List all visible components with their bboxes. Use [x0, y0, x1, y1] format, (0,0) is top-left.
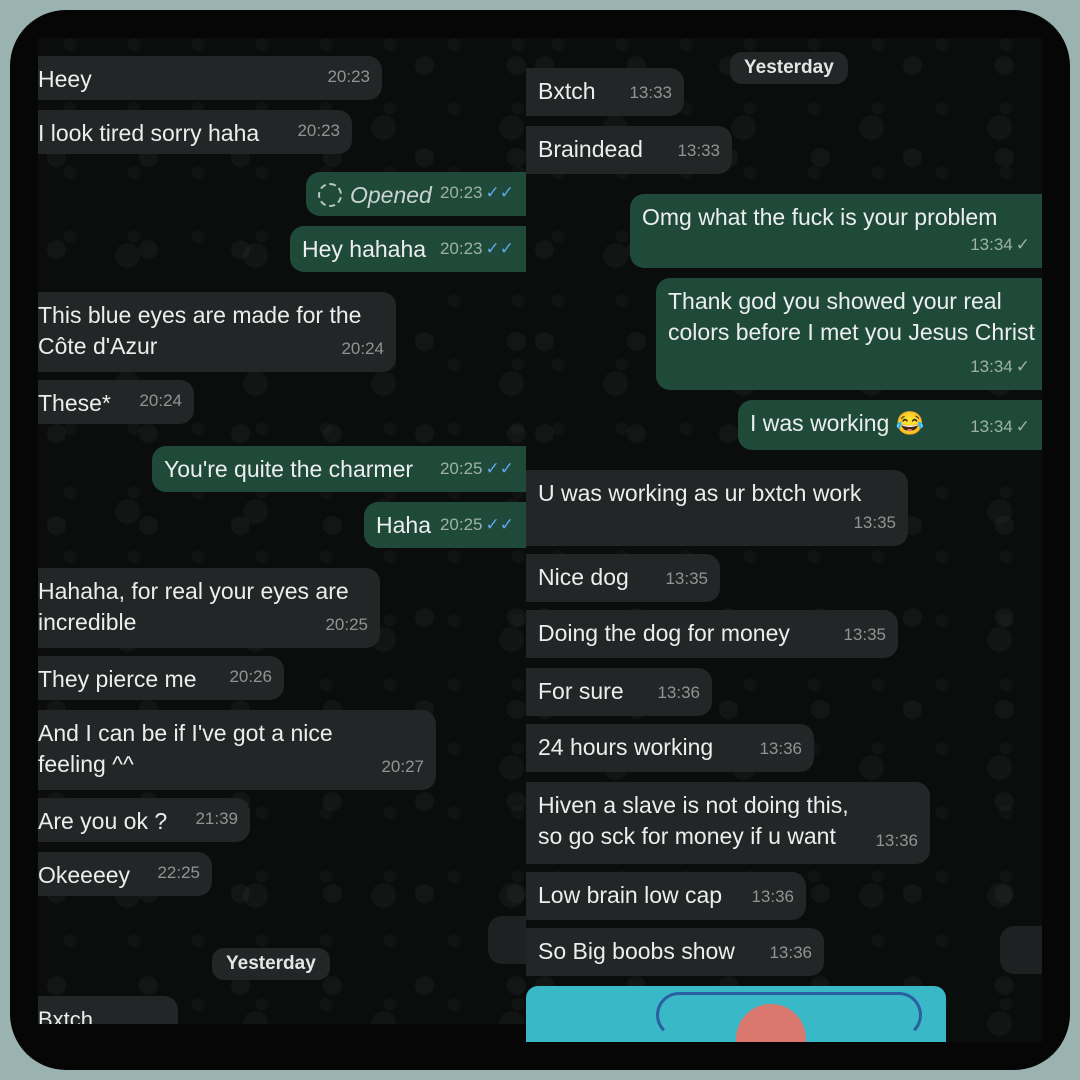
message-text: Hey hahaha	[302, 236, 427, 262]
message-bubble[interactable]: U was working as ur bxtch work 13:35	[526, 470, 908, 546]
message-time: 13:36	[759, 739, 802, 758]
message-time: 13:35	[665, 569, 708, 588]
date-separator: Yesterday	[730, 52, 848, 84]
right-chat-panel[interactable]: Yesterday Bxtch 13:33 Braindead 13:33 Om…	[526, 38, 1042, 1042]
single-check-icon: ✓	[1015, 235, 1030, 254]
double-check-icon: ✓✓	[485, 515, 515, 534]
message-time: 20:23	[327, 67, 370, 86]
message-bubble[interactable]: Bxtch 13:33	[526, 68, 684, 116]
message-time: 20:25 ✓✓	[439, 515, 515, 534]
message-bubble-cut-off[interactable]: Bxtch	[38, 996, 178, 1024]
message-bubble[interactable]: These* 20:24	[38, 380, 194, 424]
message-time: 20:23	[297, 121, 340, 140]
message-text: Heey	[38, 66, 92, 92]
scroll-down-button[interactable]	[1000, 926, 1042, 974]
message-text: Braindead	[538, 136, 643, 162]
message-text: I look tired sorry haha	[38, 120, 260, 146]
opened-media-bubble[interactable]: Opened 20:23 ✓✓	[306, 172, 526, 216]
message-time: 20:27	[381, 757, 424, 776]
message-text: I was working 😂	[750, 410, 925, 436]
message-text: Doing the dog for money	[538, 620, 790, 646]
message-text: Haha	[376, 512, 431, 538]
message-bubble[interactable]: For sure 13:36	[526, 668, 712, 716]
message-text: Are you ok ?	[38, 808, 168, 834]
message-text: Thank god you showed your real colors be…	[668, 288, 1035, 345]
message-bubble[interactable]: Braindead 13:33	[526, 126, 732, 174]
message-bubble[interactable]: Okeeeey 22:25	[38, 852, 212, 896]
message-text: And I can be if I've got a nice feeling …	[38, 720, 333, 777]
message-time: 20:24	[341, 339, 384, 358]
message-time: 20:23 ✓✓	[439, 183, 515, 202]
message-text: Hahaha, for real your eyes are incredibl…	[38, 578, 349, 635]
message-time: 22:25	[157, 863, 200, 882]
left-chat-panel[interactable]: Heey 20:23 I look tired sorry haha 20:23…	[38, 38, 526, 1024]
message-text: Nice dog	[538, 564, 629, 590]
message-text: Bxtch	[38, 1007, 94, 1024]
message-bubble[interactable]: I was working 😂 13:34 ✓	[738, 400, 1042, 450]
message-time: 20:25	[325, 615, 368, 634]
message-time: 13:35	[843, 625, 886, 644]
message-text: These*	[38, 390, 111, 416]
message-bubble[interactable]: Doing the dog for money 13:35	[526, 610, 898, 658]
message-bubble[interactable]: I look tired sorry haha 20:23	[38, 110, 352, 154]
message-text: Okeeeey	[38, 862, 131, 888]
message-time: 13:34 ✓	[970, 357, 1030, 376]
message-text: Hiven a slave is not doing this, so go s…	[538, 792, 849, 849]
message-bubble[interactable]: Low brain low cap 13:36	[526, 872, 806, 920]
message-text: 24 hours working	[538, 734, 714, 760]
image-message-thumbnail[interactable]	[526, 986, 946, 1042]
message-time: 13:34 ✓	[970, 417, 1030, 436]
message-text: This blue eyes are made for the Côte d'A…	[38, 302, 362, 359]
message-text: They pierce me	[38, 666, 197, 692]
message-bubble[interactable]: Hahaha, for real your eyes are incredibl…	[38, 568, 380, 648]
message-bubble[interactable]: Hey hahaha 20:23 ✓✓	[290, 226, 526, 272]
message-time: 13:33	[677, 141, 720, 160]
message-bubble[interactable]: So Big boobs show 13:36	[526, 928, 824, 976]
message-text: You're quite the charmer	[164, 456, 414, 482]
double-check-icon: ✓✓	[485, 183, 515, 202]
message-time: 20:24	[139, 391, 182, 410]
message-bubble[interactable]: And I can be if I've got a nice feeling …	[38, 710, 436, 790]
message-bubble[interactable]: They pierce me 20:26	[38, 656, 284, 700]
message-bubble[interactable]: Heey 20:23	[38, 56, 382, 100]
double-check-icon: ✓✓	[485, 239, 515, 258]
message-time: 13:36	[751, 887, 794, 906]
message-text: Omg what the fuck is your problem	[642, 204, 998, 230]
date-separator: Yesterday	[212, 948, 330, 980]
message-time: 21:39	[195, 809, 238, 828]
message-text: Low brain low cap	[538, 882, 723, 908]
message-bubble[interactable]: You're quite the charmer 20:25 ✓✓	[152, 446, 526, 492]
message-bubble[interactable]: Haha 20:25 ✓✓	[364, 502, 526, 548]
message-text: Bxtch	[538, 78, 596, 104]
message-time: 13:34 ✓	[970, 235, 1030, 254]
message-time: 20:25 ✓✓	[439, 459, 515, 478]
message-time: 13:36	[875, 831, 918, 850]
scroll-down-button[interactable]	[488, 916, 526, 964]
message-text: For sure	[538, 678, 624, 704]
message-bubble[interactable]: Hiven a slave is not doing this, so go s…	[526, 782, 930, 864]
message-bubble[interactable]: Omg what the fuck is your problem 13:34 ✓	[630, 194, 1042, 268]
message-text: So Big boobs show	[538, 938, 735, 964]
single-check-icon: ✓	[1015, 357, 1030, 376]
message-time: 13:35	[853, 513, 896, 532]
message-time: 13:36	[769, 943, 812, 962]
message-time: 13:33	[629, 83, 672, 102]
message-text: Opened	[350, 182, 432, 208]
message-time: 20:26	[229, 667, 272, 686]
message-bubble[interactable]: 24 hours working 13:36	[526, 724, 814, 772]
message-bubble[interactable]: Thank god you showed your real colors be…	[656, 278, 1042, 390]
message-bubble[interactable]: Are you ok ? 21:39	[38, 798, 250, 842]
message-time: 13:36	[657, 683, 700, 702]
message-time: 20:23 ✓✓	[439, 239, 515, 258]
message-bubble[interactable]: This blue eyes are made for the Côte d'A…	[38, 292, 396, 372]
single-check-icon: ✓	[1015, 417, 1030, 436]
message-text: U was working as ur bxtch work	[538, 480, 862, 506]
double-check-icon: ✓✓	[485, 459, 515, 478]
message-bubble[interactable]: Nice dog 13:35	[526, 554, 720, 602]
opened-view-once-icon	[318, 183, 342, 207]
